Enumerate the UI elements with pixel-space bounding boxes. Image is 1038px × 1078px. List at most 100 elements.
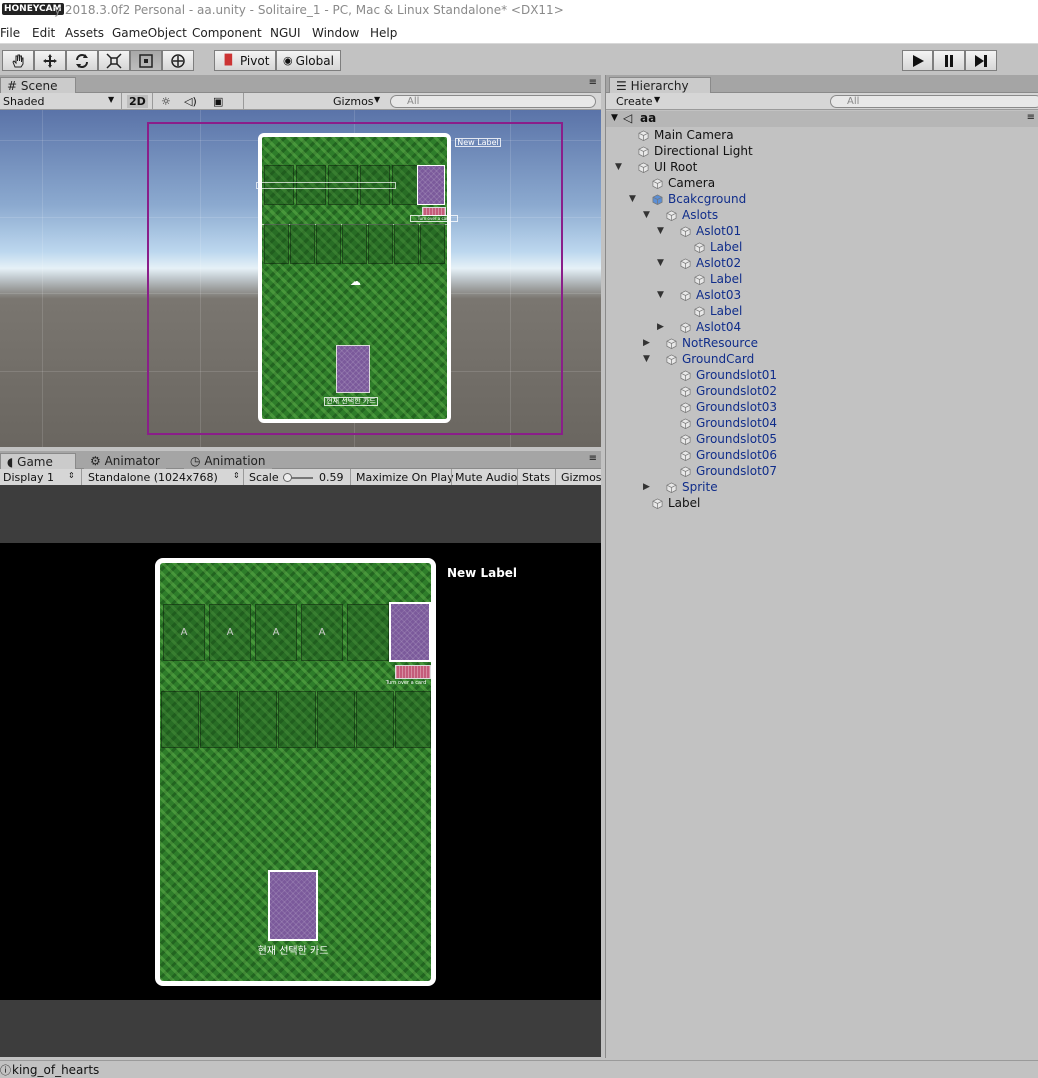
menu-gameobject[interactable]: GameObject <box>112 26 187 40</box>
hierarchy-item[interactable]: Groundslot03 <box>606 399 1038 415</box>
tab-animator[interactable]: ⚙ Animator <box>84 453 166 469</box>
expand-down-icon[interactable]: ▼ <box>643 207 650 223</box>
hierarchy-item[interactable]: Groundslot05 <box>606 431 1038 447</box>
image-icon[interactable]: ▣ <box>213 95 223 108</box>
hierarchy-item[interactable]: Groundslot04 <box>606 415 1038 431</box>
scale-tool-button[interactable] <box>98 50 130 71</box>
hierarchy-item[interactable]: ▶ NotResource <box>606 335 1038 351</box>
scene-groundslot[interactable] <box>342 224 367 264</box>
scene-groundslot[interactable] <box>420 224 445 264</box>
hierarchy-item[interactable]: Groundslot07 <box>606 463 1038 479</box>
hierarchy-item[interactable]: Groundslot06 <box>606 447 1038 463</box>
hierarchy-item[interactable]: ▶ Sprite <box>606 479 1038 495</box>
expand-down-icon[interactable]: ▼ <box>643 351 650 367</box>
transform-tool-button[interactable] <box>162 50 194 71</box>
create-dropdown[interactable]: Create <box>616 95 653 108</box>
scene-selected-card[interactable] <box>336 345 370 393</box>
hand-tool-button[interactable] <box>2 50 34 71</box>
hierarchy-item[interactable]: Groundslot01 <box>606 367 1038 383</box>
game-viewport[interactable]: A A A A Turn over a card 현재 선택한 카드 New L… <box>0 485 601 1057</box>
expand-down-icon[interactable]: ▼ <box>615 159 622 175</box>
tab-animation[interactable]: ◷ Animation <box>184 453 272 469</box>
expand-right-icon[interactable]: ▶ <box>643 335 650 351</box>
menu-component[interactable]: Component <box>192 26 262 40</box>
game-turn-card[interactable] <box>395 665 431 679</box>
global-toggle[interactable]: ◉ Global <box>276 50 341 71</box>
game-aslot[interactable]: A <box>255 604 297 661</box>
menu-window[interactable]: Window <box>312 26 359 40</box>
hierarchy-item[interactable]: ▼ Aslots <box>606 207 1038 223</box>
hierarchy-item[interactable]: Label <box>606 239 1038 255</box>
game-groundslot[interactable] <box>278 691 316 748</box>
scale-slider-thumb[interactable] <box>283 473 292 482</box>
scene-groundslot[interactable] <box>394 224 419 264</box>
hierarchy-item[interactable]: Camera <box>606 175 1038 191</box>
shading-mode-dropdown[interactable]: Shaded <box>3 95 44 108</box>
scene-viewport[interactable]: Turn over a card ☁ 현재 선택한 카드 New Label <box>0 110 601 447</box>
scene-groundslot[interactable] <box>290 224 315 264</box>
sun-icon[interactable]: ☼ <box>161 95 171 108</box>
expand-right-icon[interactable]: ▶ <box>643 479 650 495</box>
status-message[interactable]: king_of_hearts <box>12 1063 99 1077</box>
hierarchy-item[interactable]: Label <box>606 495 1038 511</box>
menu-assets[interactable]: Assets <box>65 26 104 40</box>
game-groundslot[interactable] <box>239 691 277 748</box>
game-aslot[interactable]: A <box>209 604 251 661</box>
tab-hierarchy[interactable]: ☰ Hierarchy <box>609 77 711 93</box>
menu-help[interactable]: Help <box>370 26 397 40</box>
scene-deck-card[interactable] <box>417 165 445 205</box>
expand-down-icon[interactable]: ▼ <box>657 287 664 303</box>
step-button[interactable] <box>965 50 997 71</box>
hierarchy-item[interactable]: ▼ UI Root <box>606 159 1038 175</box>
game-board[interactable]: A A A A Turn over a card 현재 선택한 카드 <box>155 558 436 986</box>
hierarchy-item[interactable]: Groundslot02 <box>606 383 1038 399</box>
game-gizmos-dropdown[interactable]: Gizmos <box>561 471 602 484</box>
game-groundslot[interactable] <box>200 691 238 748</box>
mode-2d-toggle[interactable]: 2D <box>127 95 148 108</box>
mute-audio-toggle[interactable]: Mute Audio <box>455 471 517 484</box>
scene-search-input[interactable]: All <box>390 95 596 108</box>
expand-down-icon[interactable]: ▼ <box>629 191 636 207</box>
scene-menu-icon[interactable]: ≡ <box>1027 112 1035 123</box>
gizmos-dropdown[interactable]: Gizmos <box>333 95 374 108</box>
hierarchy-item[interactable]: ▼ Aslot01 <box>606 223 1038 239</box>
panel-menu-icon[interactable]: ≡ <box>589 453 597 464</box>
hierarchy-item[interactable]: ▼ Aslot02 <box>606 255 1038 271</box>
hierarchy-item[interactable]: ▼ Aslot03 <box>606 287 1038 303</box>
panel-menu-icon[interactable]: ≡ <box>589 77 597 88</box>
hierarchy-scene-row[interactable]: ▼ ◁ aa ≡ <box>606 111 1038 127</box>
hierarchy-item[interactable]: ▼ Bcakcground <box>606 191 1038 207</box>
rect-tool-button[interactable] <box>130 50 162 71</box>
menu-edit[interactable]: Edit <box>32 26 55 40</box>
game-groundslot[interactable] <box>356 691 394 748</box>
game-groundslot[interactable] <box>161 691 199 748</box>
play-button[interactable] <box>902 50 933 71</box>
expand-right-icon[interactable]: ▶ <box>657 319 664 335</box>
game-aslot-empty[interactable] <box>347 604 389 661</box>
resolution-dropdown[interactable]: Standalone (1024x768) <box>88 471 218 484</box>
scene-groundslot[interactable] <box>316 224 341 264</box>
menu-ngui[interactable]: NGUI <box>270 26 301 40</box>
game-aslot[interactable]: A <box>163 604 205 661</box>
game-deck-card[interactable] <box>389 602 431 662</box>
stats-toggle[interactable]: Stats <box>522 471 550 484</box>
hierarchy-item[interactable]: Label <box>606 303 1038 319</box>
tab-scene[interactable]: # Scene <box>0 77 76 93</box>
scene-board[interactable]: Turn over a card ☁ 현재 선택한 카드 <box>256 133 458 423</box>
move-tool-button[interactable] <box>34 50 66 71</box>
rotate-tool-button[interactable] <box>66 50 98 71</box>
expand-down-icon[interactable]: ▼ <box>657 255 664 271</box>
game-canvas[interactable]: A A A A Turn over a card 현재 선택한 카드 New L… <box>0 543 601 1000</box>
hierarchy-item[interactable]: ▶ Aslot04 <box>606 319 1038 335</box>
tab-game[interactable]: ◖ Game <box>0 453 76 469</box>
hierarchy-item[interactable]: ▼ GroundCard <box>606 351 1038 367</box>
audio-icon[interactable]: ◁) <box>184 95 197 108</box>
hierarchy-item[interactable]: Main Camera <box>606 127 1038 143</box>
scene-groundslot[interactable] <box>264 224 289 264</box>
game-selected-card[interactable] <box>268 870 318 941</box>
game-groundslot[interactable] <box>317 691 355 748</box>
hierarchy-item[interactable]: Label <box>606 271 1038 287</box>
menu-file[interactable]: File <box>0 26 20 40</box>
display-dropdown[interactable]: Display 1 <box>3 471 54 484</box>
scene-groundslot[interactable] <box>368 224 393 264</box>
